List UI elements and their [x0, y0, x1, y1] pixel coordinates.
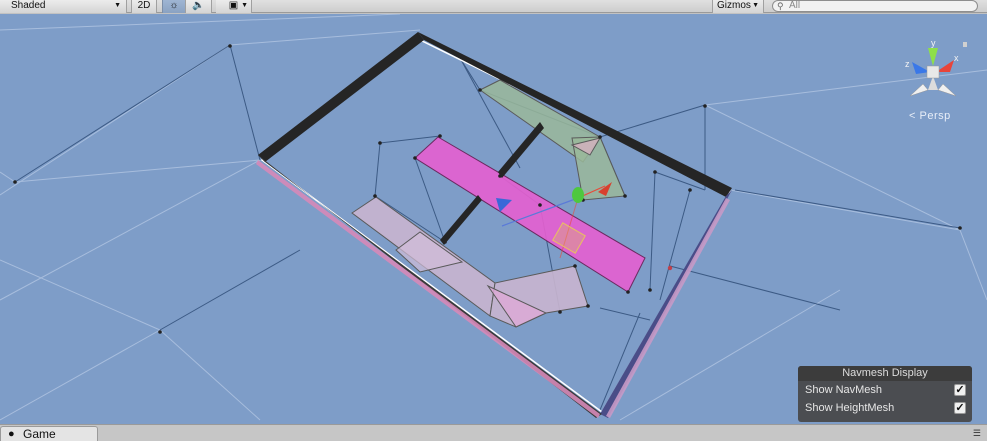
- show-navmesh-label: Show NavMesh: [805, 384, 883, 396]
- chevron-down-icon: ▼: [114, 2, 121, 9]
- projection-label: Persp: [919, 110, 951, 122]
- y-axis-cone[interactable]: [928, 48, 938, 66]
- chevron-down-icon: ▼: [241, 2, 248, 9]
- search-placeholder: All: [789, 0, 801, 11]
- gizmos-dropdown[interactable]: Gizmos ▼: [712, 0, 764, 13]
- axis-z-label: z: [905, 59, 910, 69]
- scene-viewport[interactable]: y x z < Persp Navmesh Display Show NavMe…: [0, 14, 987, 424]
- y-axis-handle[interactable]: [572, 187, 584, 203]
- audio-toggle[interactable]: 🔈: [186, 0, 212, 13]
- search-icon: ⚲: [777, 1, 784, 11]
- show-navmesh-row[interactable]: Show NavMesh ✓: [798, 381, 972, 399]
- scene-render: [0, 14, 987, 421]
- search-input[interactable]: ⚲ All: [772, 0, 978, 12]
- target-marker: [667, 265, 673, 271]
- navmesh-panel-title: Navmesh Display: [798, 366, 972, 381]
- navmesh-links: [14, 44, 961, 411]
- scene-toolbar: Shaded ▼ 2D ☼ 🔈 ▣ ▼ Gizmos ▼ ⚲ All: [0, 0, 987, 13]
- tab-game[interactable]: ● Game: [0, 426, 98, 441]
- show-heightmesh-checkbox[interactable]: ✓: [954, 402, 966, 414]
- image-icon: ▣: [228, 0, 239, 11]
- speaker-icon: 🔈: [192, 0, 205, 11]
- menu-icon[interactable]: ☰: [973, 428, 981, 439]
- lock-icon[interactable]: [963, 42, 967, 47]
- projection-toggle[interactable]: < Persp: [909, 110, 951, 122]
- axis-y-label: y: [931, 38, 936, 48]
- lighting-toggle[interactable]: ☼: [162, 0, 186, 13]
- shading-mode-dropdown[interactable]: Shaded ▼: [0, 0, 127, 13]
- persp-chevron-icon: <: [909, 110, 916, 122]
- game-controller-icon: ●: [8, 428, 15, 440]
- show-heightmesh-row[interactable]: Show HeightMesh ✓: [798, 399, 972, 417]
- axis-x-label: x: [954, 53, 959, 63]
- chevron-down-icon: ▼: [752, 2, 759, 9]
- navmesh-display-panel: Navmesh Display Show NavMesh ✓ Show Heig…: [798, 366, 972, 422]
- game-tab-label: Game: [23, 427, 56, 441]
- effects-dropdown[interactable]: ▣ ▼: [216, 0, 252, 13]
- mode-2d-toggle[interactable]: 2D: [131, 0, 157, 13]
- orientation-gizmo-graphic: y x z: [905, 38, 967, 97]
- bottom-tab-bar: ● Game ☰: [0, 424, 987, 441]
- gizmos-label: Gizmos: [717, 0, 751, 11]
- sun-icon: ☼: [169, 0, 179, 11]
- show-heightmesh-label: Show HeightMesh: [805, 402, 895, 414]
- scene-orientation-gizmo[interactable]: y x z: [898, 34, 968, 104]
- show-navmesh-checkbox[interactable]: ✓: [954, 384, 966, 396]
- shading-mode-label: Shaded: [11, 0, 46, 11]
